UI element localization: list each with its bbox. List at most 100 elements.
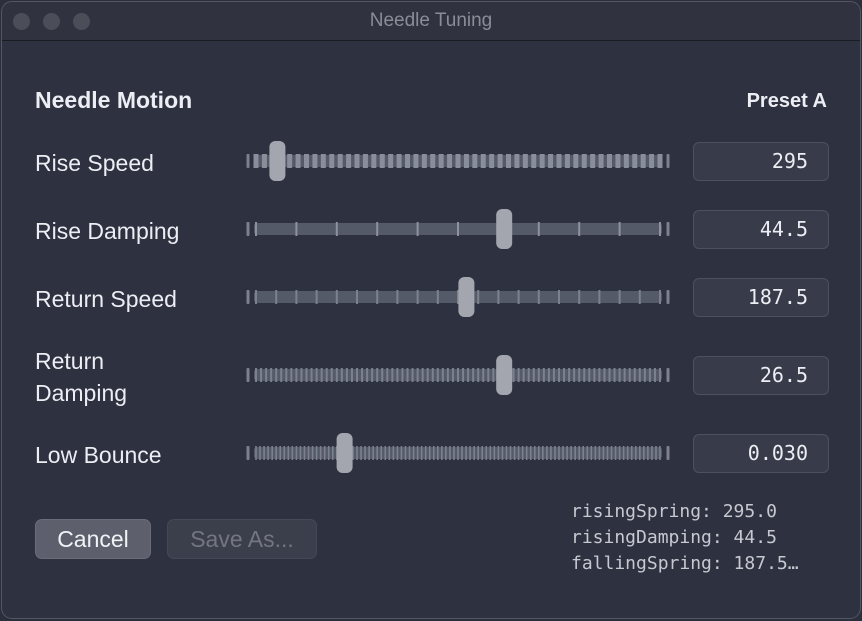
slider-tick [608,368,611,382]
title-bar: Needle Tuning [2,2,860,41]
slider-tick [462,368,465,382]
slider-thumb[interactable] [336,433,353,473]
slider-tick [366,368,369,382]
slider-graphic [246,141,670,181]
return-damping-value-field[interactable]: 26.5 [693,356,829,395]
low-bounce-value-field[interactable]: 0.030 [693,434,829,473]
slider-tick [295,154,301,168]
slider-tick [376,446,378,460]
slider-tick [259,446,261,460]
slider-tick [542,368,545,382]
slider-tick [489,154,495,168]
slider-tick [533,446,536,460]
slider-tick [527,368,530,382]
slider-tick [623,154,629,168]
slider-tick [325,368,328,382]
slider-tick [563,368,566,382]
slider-tick [380,446,383,460]
slider-tick [613,368,616,382]
slider-tick [537,290,540,304]
slider-tick [354,154,360,168]
low-bounce-slider[interactable] [245,433,671,473]
rise-damping-slider[interactable] [245,209,671,249]
slider-tick [453,446,455,460]
slider-tick [413,154,419,168]
slider-tick [319,446,322,460]
slider-tick [643,368,646,382]
slider-tick [537,368,540,382]
slider-tick [261,154,267,168]
slider-tick [497,290,500,304]
rise-speed-slider[interactable] [245,141,671,181]
slider-tick [517,368,520,382]
return-speed-label: Return Speed [35,286,177,312]
rise-damping-value-field[interactable]: 44.5 [693,210,829,249]
slider-tick [376,222,379,236]
slider-tick [505,446,508,460]
slider-tick [659,290,661,304]
slider-tick [618,368,621,382]
slider-tick [457,368,459,382]
slider-tick [416,222,419,236]
slider-tick [426,368,429,382]
slider-tick [404,446,407,460]
slider-tick [489,446,492,460]
slider-tick [416,368,419,382]
rise-speed-value-field[interactable]: 295 [693,142,829,181]
slider-tick [659,368,661,382]
slider-thumb[interactable] [269,141,286,181]
slider-tick [329,154,335,168]
slider-tick [639,446,641,460]
slider-graphic [246,277,670,317]
slider-tick [573,368,576,382]
slider-tick [501,446,504,460]
slider-tick [618,290,621,304]
slider-tick [469,446,471,460]
slider-tick [376,368,379,382]
slider-tick [598,368,601,382]
slider-tick [305,368,308,382]
return-damping-slider[interactable] [245,355,671,395]
slider-tick [618,446,621,460]
slider-tick [428,446,431,460]
slider-tick [388,446,391,460]
slider-tick [531,154,537,168]
return-speed-slider[interactable] [245,277,671,317]
slider-tick [392,446,395,460]
slider-tick [618,222,621,236]
slider-tick [396,290,399,304]
slider-tick [598,154,604,168]
debug-log: risingSpring: 295.0 risingDamping: 44.5 fa… [571,499,799,577]
slider-tick [350,368,353,382]
slider-tick [598,446,601,460]
slider-tick [513,446,516,460]
slider-tick [295,222,298,236]
slider-tick [315,446,318,460]
slider-tick [628,368,631,382]
cancel-button[interactable]: Cancel [35,519,151,559]
slider-tick [648,368,651,382]
slider-tick [275,290,278,304]
slider-tick [562,446,564,460]
return-speed-value-field[interactable]: 187.5 [693,278,829,317]
slider-tick [542,446,544,460]
slider-graphic [246,433,670,473]
slider-thumb[interactable] [496,355,513,395]
slider-thumb[interactable] [496,209,513,249]
slider-thumb[interactable] [458,277,475,317]
slider-tick [517,290,520,304]
slider-tick [371,368,374,382]
slider-tick [384,446,387,460]
slider-tick [578,290,581,304]
slider-tick [255,290,257,304]
slider-tick [492,368,495,382]
slider-tick [408,446,411,460]
slider-tick [582,446,585,460]
slider-tick [457,446,459,460]
slider-tick [633,368,636,382]
slider-tick [546,446,548,460]
slider-tick [586,446,589,460]
slider-tick [525,446,528,460]
slider-tick [280,368,283,382]
slider-graphic [246,355,670,395]
